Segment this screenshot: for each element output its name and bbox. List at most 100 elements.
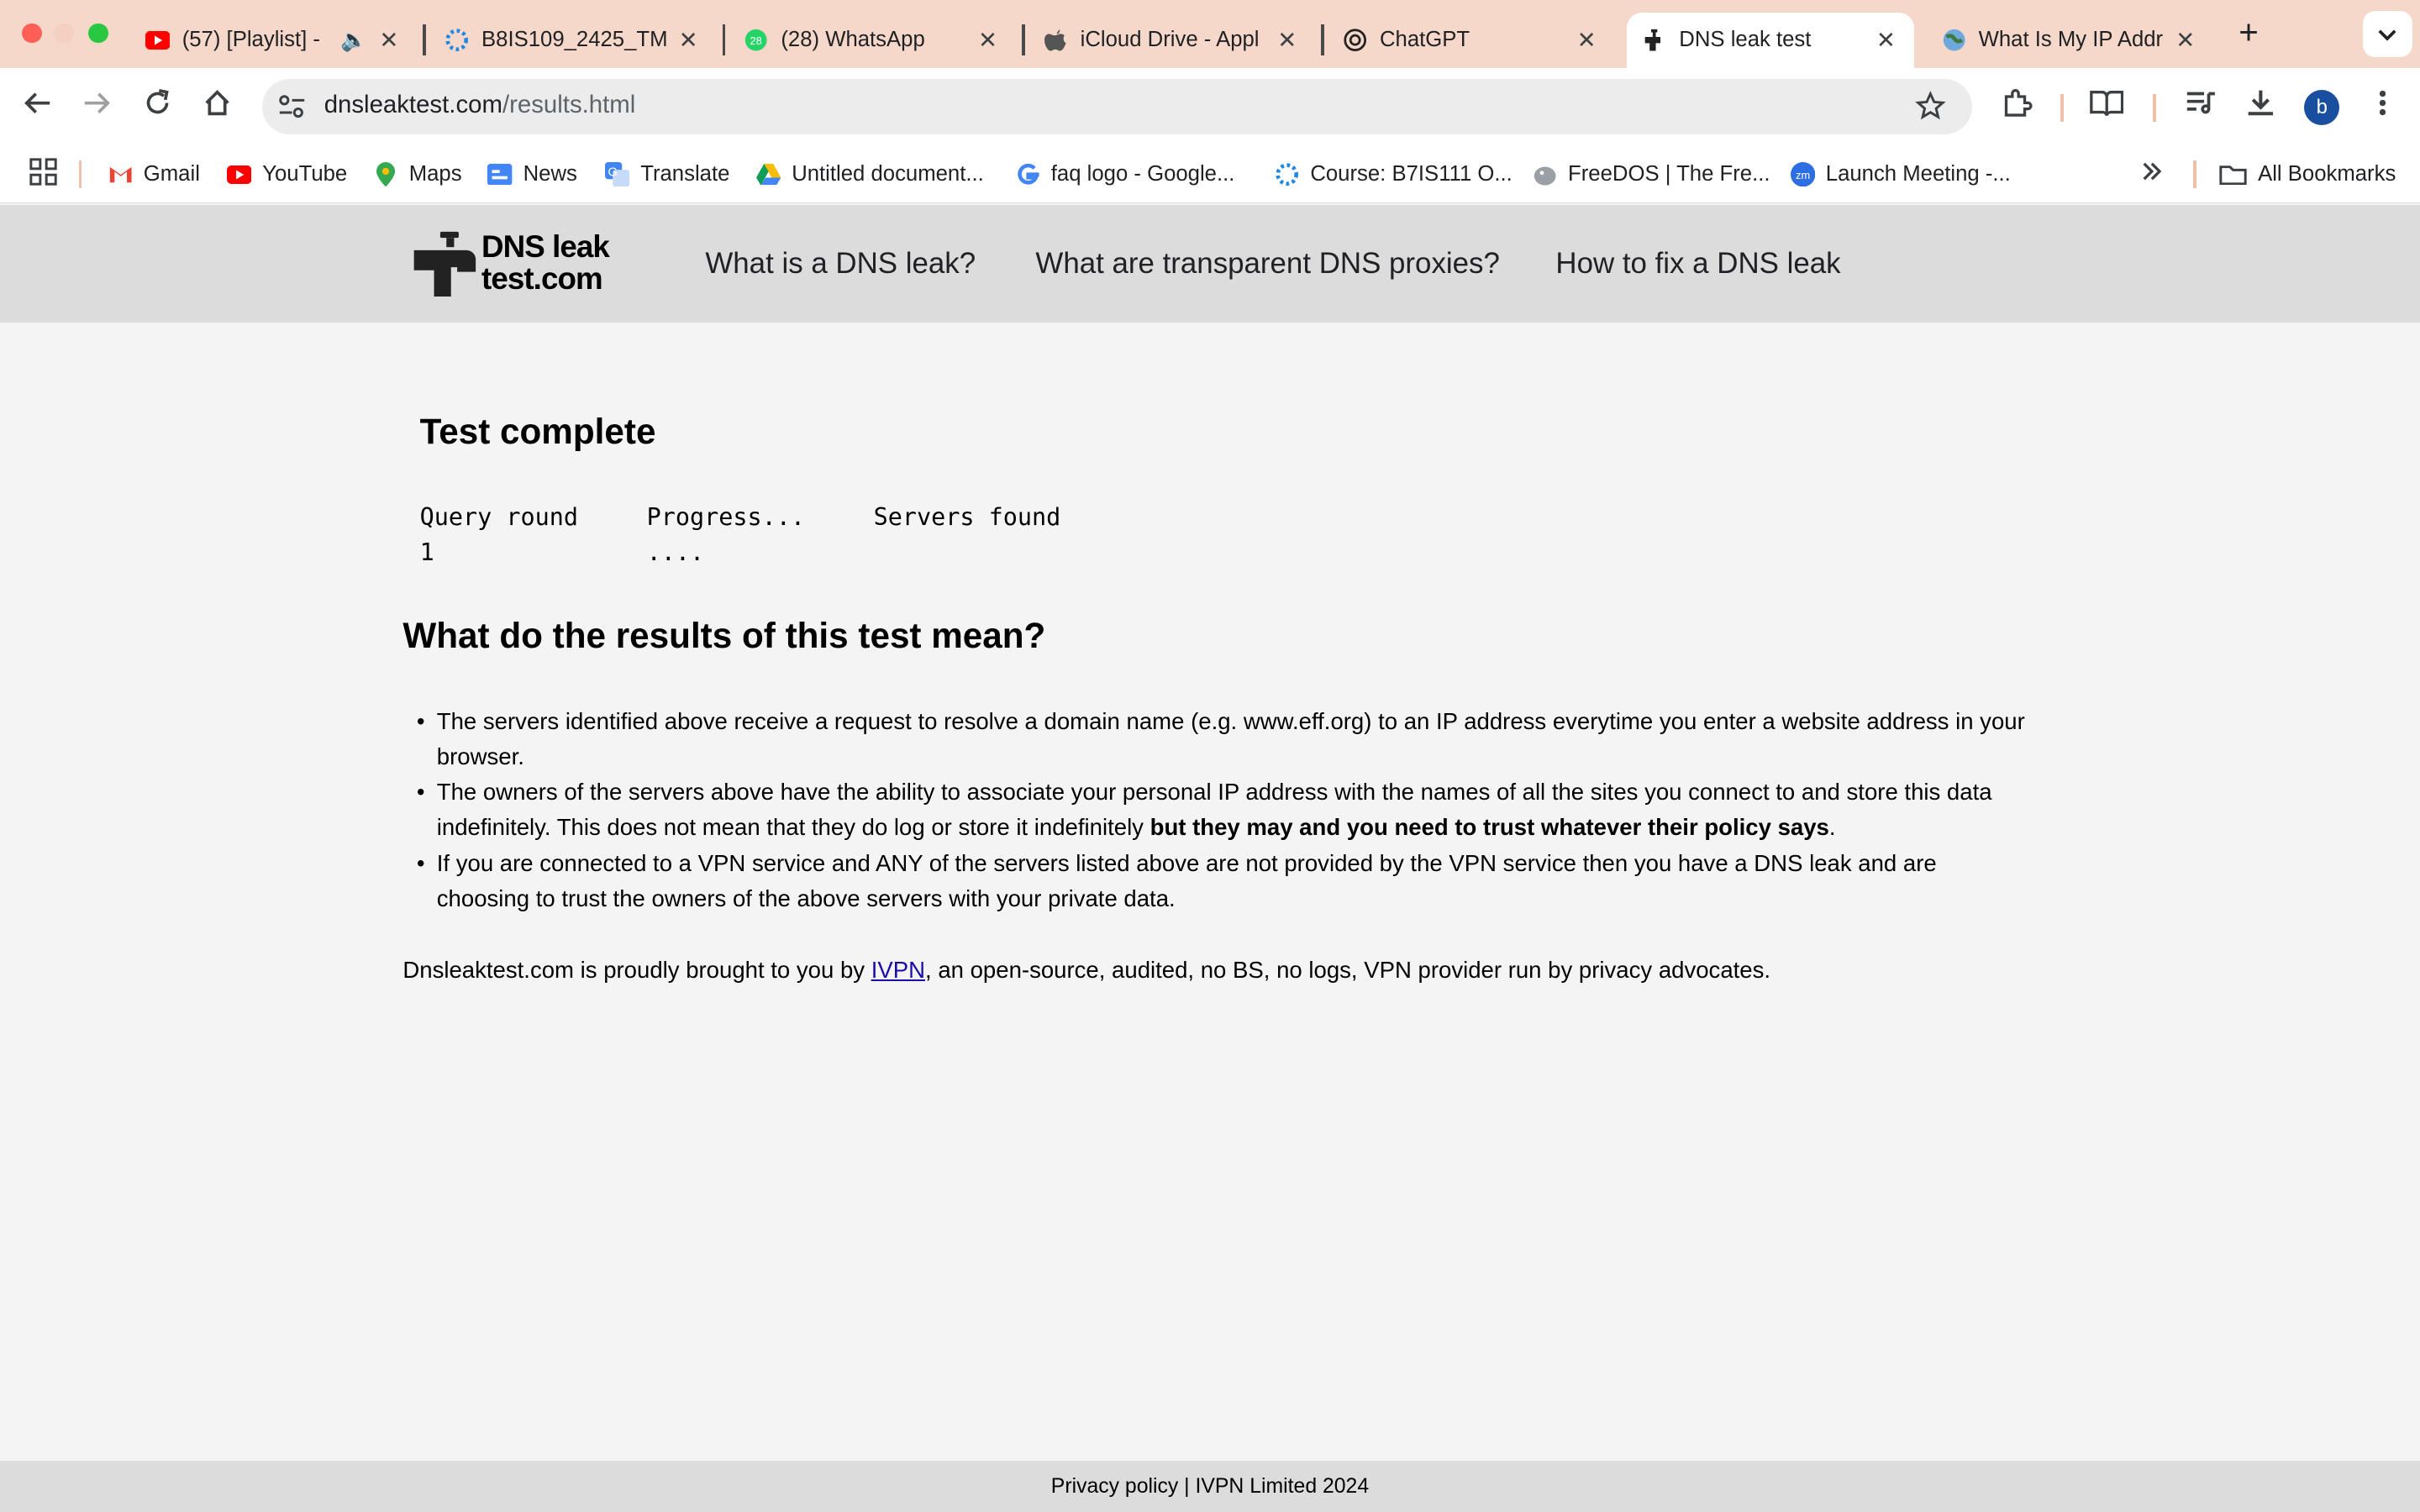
window-close-button[interactable] [21, 23, 42, 44]
tab-whatsapp[interactable]: 28 (28) WhatsApp ✕ [729, 13, 1016, 68]
toolbar-divider [2153, 94, 2156, 123]
bookmark-label: Maps [408, 162, 462, 186]
nav-link-fix-dns-leak[interactable]: How to fix a DNS leak [1555, 247, 1840, 281]
reading-list-button[interactable] [2088, 88, 2125, 125]
more-bookmarks-button[interactable] [2141, 160, 2163, 188]
downloads-button[interactable] [2243, 88, 2280, 125]
tab-close-icon[interactable]: ✕ [2173, 28, 2197, 52]
bookmark-label: faq logo - Google... [1050, 162, 1235, 186]
tab-close-icon[interactable]: ✕ [1874, 28, 1898, 52]
logo-line2: test.com [481, 261, 603, 297]
explanation-list: The servers identified above receive a r… [417, 704, 2027, 917]
bookmark-gmail[interactable]: Gmail [108, 160, 200, 188]
address-bar[interactable]: dnsleaktest.com/results.html [262, 78, 1973, 134]
logo-line1: DNS leak [481, 228, 610, 264]
news-icon [487, 162, 513, 186]
tab-close-icon[interactable]: ✕ [376, 28, 401, 52]
list-item: The servers identified above receive a r… [417, 704, 2027, 775]
faucet-icon [411, 230, 479, 305]
all-bookmarks-button[interactable]: All Bookmarks [2219, 160, 2396, 188]
home-button[interactable] [199, 88, 236, 125]
site-info-icon[interactable] [278, 94, 306, 125]
all-bookmarks-label: All Bookmarks [2258, 162, 2396, 186]
globe-icon [1942, 28, 1966, 52]
url-path: /results.html [502, 91, 636, 119]
nav-link-transparent-dns-proxies[interactable]: What are transparent DNS proxies? [1035, 247, 1499, 281]
profile-avatar[interactable]: b [2304, 89, 2340, 125]
svg-text:G: G [608, 165, 617, 179]
bookmark-maps[interactable]: Maps [373, 160, 462, 188]
window-zoom-button[interactable] [87, 23, 108, 44]
bookmark-label: FreeDOS | The Fre... [1568, 162, 1770, 186]
tab-b8is109[interactable]: B8IS109_2425_TM ✕ [429, 13, 717, 68]
browser-toolbar: dnsleaktest.com/results.html b [0, 67, 2420, 145]
tab-divider [423, 24, 426, 56]
bookmark-launch-meeting[interactable]: zm Launch Meeting -... [1790, 160, 2011, 188]
credit-prefix: Dnsleaktest.com is proudly brought to yo… [402, 956, 871, 983]
download-icon [2245, 87, 2276, 125]
column-header-query-round: Query round [419, 502, 579, 531]
bookmark-label: Launch Meeting -... [1825, 162, 2011, 186]
bookmark-label: Untitled document... [792, 162, 984, 186]
tab-dns-leak-test[interactable]: DNS leak test ✕ [1626, 12, 1914, 68]
media-controls-button[interactable] [2182, 88, 2219, 125]
tab-strip: (57) [Playlist] - 🔈 ✕ B8IS109_2425_TM ✕ … [0, 0, 2420, 68]
url-host: dnsleaktest.com [324, 91, 502, 119]
nav-link-what-is-dns-leak[interactable]: What is a DNS leak? [705, 247, 976, 281]
svg-text:28: 28 [750, 34, 762, 47]
bookmark-faq-logo[interactable]: faq logo - Google... [1016, 160, 1235, 188]
tab-chatgpt[interactable]: ChatGPT ✕ [1328, 13, 1615, 68]
bookmark-star-icon[interactable] [1915, 91, 1946, 129]
forward-button[interactable] [79, 88, 116, 125]
list-item: The owners of the servers above have the… [417, 774, 2027, 846]
back-button[interactable] [18, 88, 55, 125]
tab-close-icon[interactable]: ✕ [676, 28, 700, 52]
speaker-icon[interactable]: 🔈 [340, 28, 367, 53]
bookmark-translate[interactable]: G Translate [604, 160, 729, 188]
more-vert-icon [2378, 89, 2387, 123]
bookmark-label: Gmail [143, 162, 200, 186]
reload-button[interactable] [139, 88, 176, 125]
tab-close-icon[interactable]: ✕ [976, 28, 1000, 52]
site-logo[interactable]: DNS leak test.com [411, 227, 633, 301]
ivpn-link[interactable]: IVPN [871, 957, 925, 983]
tab-icloud-drive[interactable]: iCloud Drive - Appl ✕ [1028, 13, 1315, 68]
tab-what-is-my-ip[interactable]: What Is My IP Addr ✕ [1926, 13, 2213, 68]
credit-suffix: , an open-source, audited, no BS, no log… [925, 956, 1771, 983]
new-tab-button[interactable]: + [2232, 15, 2265, 49]
playlist-icon [2186, 89, 2217, 123]
window-minimize-button[interactable] [54, 23, 75, 44]
zoom-icon: zm [1790, 161, 1815, 187]
tab-close-icon[interactable]: ✕ [1574, 28, 1598, 52]
reload-icon [144, 89, 171, 123]
google-icon [1016, 162, 1040, 186]
bookmark-news[interactable]: News [487, 160, 577, 188]
book-icon [2090, 89, 2124, 123]
bookmark-course-b7is111[interactable]: Course: B7IS111 O... [1275, 160, 1512, 188]
apps-button[interactable] [29, 157, 57, 188]
results-heading: Test complete [419, 412, 656, 452]
bookmark-untitled-document[interactable]: Untitled document... [755, 160, 984, 188]
tab-close-icon[interactable]: ✕ [1275, 28, 1299, 52]
tab-search-button[interactable] [2362, 10, 2412, 57]
tab-youtube-playlist[interactable]: (57) [Playlist] - 🔈 ✕ [129, 13, 417, 68]
bookmark-freedos[interactable]: FreeDOS | The Fre... [1533, 160, 1770, 188]
tab-title: What Is My IP Addr [1978, 28, 2164, 52]
bullet-text: The servers identified above receive a r… [436, 707, 2025, 769]
browser-menu-button[interactable] [2365, 88, 2402, 125]
extensions-button[interactable] [1999, 88, 2036, 125]
gmail-icon [108, 162, 133, 186]
folder-icon [2219, 162, 2247, 186]
tab-divider [1021, 24, 1025, 56]
footer-text[interactable]: Privacy policy | IVPN Limited 2024 [0, 1475, 2420, 1499]
translate-icon: G [604, 161, 630, 187]
svg-text:zm: zm [1796, 169, 1810, 181]
bookmark-youtube[interactable]: YouTube [226, 160, 347, 188]
bookmark-label: Course: B7IS111 O... [1310, 162, 1512, 186]
tab-title: (28) WhatsApp [781, 28, 925, 52]
site-header: DNS leak test.com What is a DNS leak? Wh… [0, 205, 2420, 323]
double-chevron-right-icon [2141, 162, 2163, 186]
bullet-text-end: . [1828, 814, 1836, 841]
site-footer: Privacy policy | IVPN Limited 2024 [0, 1461, 2420, 1512]
youtube-icon [226, 162, 252, 186]
